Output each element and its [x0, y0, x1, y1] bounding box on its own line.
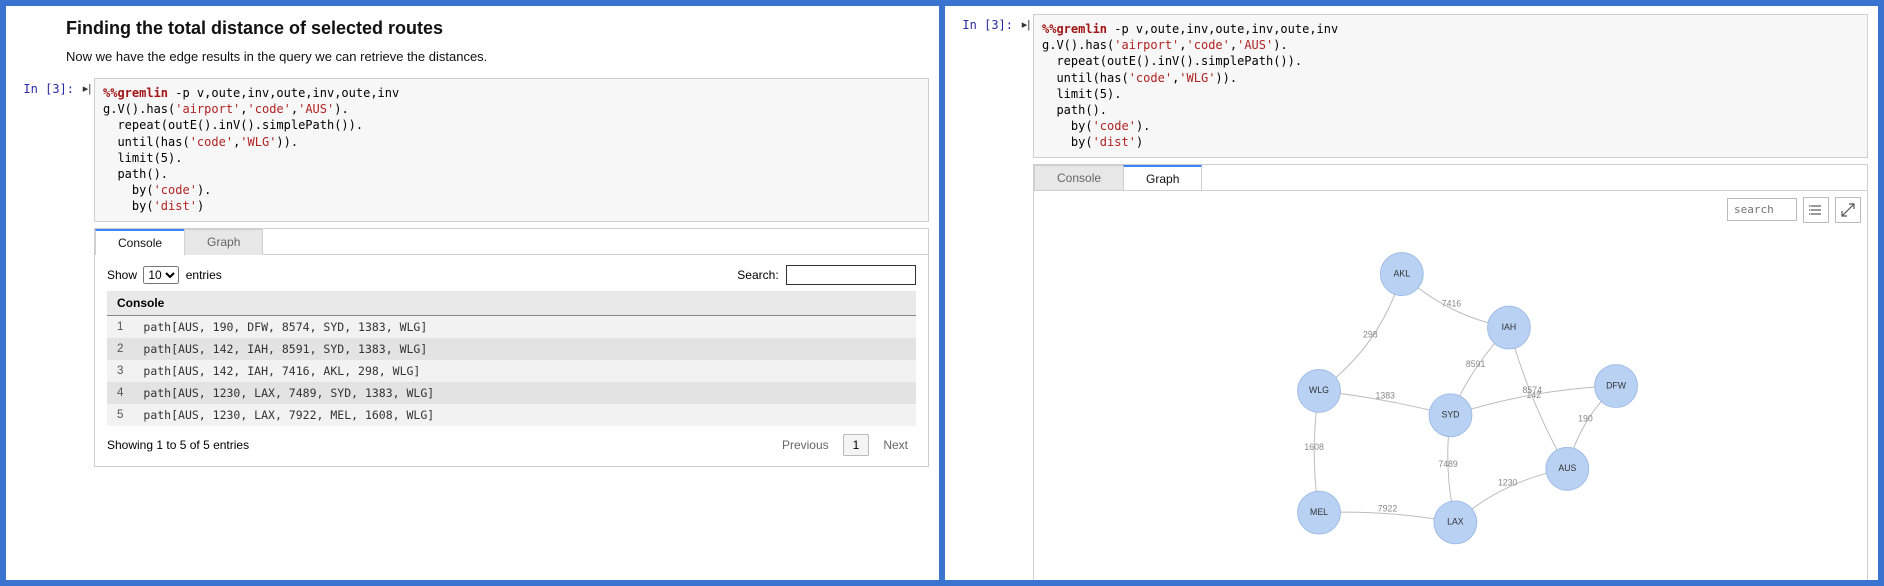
code-cell: In [3]: ▸| %%gremlin -p v,oute,inv,oute,… — [949, 14, 1868, 158]
row-value: path[AUS, 190, DFW, 8574, SYD, 1383, WLG… — [133, 315, 916, 338]
table-row: 3path[AUS, 142, IAH, 7416, AKL, 298, WLG… — [107, 360, 916, 382]
row-index: 2 — [107, 338, 133, 360]
graph-edge-label: 8591 — [1466, 358, 1486, 368]
graph-edge-label: 8574 — [1523, 384, 1543, 394]
output-area: Console Graph — [1033, 164, 1868, 581]
output-tabs: Console Graph — [1034, 165, 1867, 191]
row-index: 1 — [107, 315, 133, 338]
graph-node-label: AKL — [1394, 268, 1411, 278]
graph-tab-content: 298 7416 8591 1428574 190 1383 7489 1230 7922 160… — [1034, 190, 1867, 581]
entries-select[interactable]: 10 — [143, 266, 179, 284]
graph-edge[interactable]: 142 — [1509, 327, 1567, 468]
graph-edge-label: 1608 — [1304, 441, 1324, 451]
graph-node-label: SYD — [1442, 409, 1460, 419]
run-cell-icon[interactable]: ▸| — [80, 78, 94, 222]
code-input[interactable]: %%gremlin -p v,oute,inv,oute,inv,oute,in… — [94, 78, 929, 222]
right-notebook-pane: In [3]: ▸| %%gremlin -p v,oute,inv,oute,… — [945, 6, 1878, 580]
graph-edge-label: 7416 — [1442, 298, 1462, 308]
graph-node[interactable]: MEL — [1298, 491, 1341, 534]
search-label: Search: — [737, 268, 778, 282]
code-cell: In [3]: ▸| %%gremlin -p v,oute,inv,oute,… — [10, 78, 929, 222]
console-tab-content: Show 10 entries Search: Console — [95, 254, 928, 466]
left-notebook-pane: Finding the total distance of selected r… — [6, 6, 945, 580]
row-value: path[AUS, 1230, LAX, 7922, MEL, 1608, WL… — [133, 404, 916, 426]
table-info: Showing 1 to 5 of 5 entries — [107, 438, 249, 452]
graph-node[interactable]: WLG — [1298, 369, 1341, 412]
graph-edge-label: 7489 — [1438, 459, 1458, 469]
graph-node-label: MEL — [1310, 506, 1328, 516]
cell-prompt: In [3]: — [949, 14, 1019, 158]
table-header-console[interactable]: Console — [107, 291, 916, 316]
expand-icon[interactable] — [1835, 197, 1861, 223]
show-label-suffix: entries — [186, 268, 222, 282]
graph-edge-label: 1230 — [1498, 477, 1518, 487]
show-label-prefix: Show — [107, 268, 137, 282]
row-value: path[AUS, 142, IAH, 7416, AKL, 298, WLG] — [133, 360, 916, 382]
page-number[interactable]: 1 — [843, 434, 870, 456]
graph-node[interactable]: LAX — [1434, 500, 1477, 543]
output-area: Console Graph Show 10 entries Search: — [94, 228, 929, 467]
next-button[interactable]: Next — [875, 435, 916, 455]
graph-edge-label: 7922 — [1378, 503, 1398, 513]
graph-edge-label: 1383 — [1375, 390, 1395, 400]
graph-node-label: DFW — [1606, 380, 1627, 390]
row-index: 4 — [107, 382, 133, 404]
graph-node[interactable]: AUS — [1546, 447, 1589, 490]
tab-console[interactable]: Console — [95, 229, 185, 255]
table-row: 2path[AUS, 142, IAH, 8591, SYD, 1383, WL… — [107, 338, 916, 360]
section-subtext: Now we have the edge results in the quer… — [66, 49, 939, 64]
table-row: 5path[AUS, 1230, LAX, 7922, MEL, 1608, W… — [107, 404, 916, 426]
pagination: Previous 1 Next — [774, 434, 916, 456]
row-index: 3 — [107, 360, 133, 382]
search-control: Search: — [737, 265, 916, 285]
graph-node[interactable]: IAH — [1488, 306, 1531, 349]
tab-console[interactable]: Console — [1034, 165, 1124, 191]
tab-graph[interactable]: Graph — [184, 229, 263, 255]
graph-node-label: AUS — [1558, 463, 1576, 473]
graph-node-label: WLG — [1309, 385, 1329, 395]
graph-canvas[interactable]: 298 7416 8591 1428574 190 1383 7489 1230 7922 160… — [1046, 201, 1855, 581]
console-table: Console 1path[AUS, 190, DFW, 8574, SYD, … — [107, 291, 916, 426]
graph-node[interactable]: DFW — [1595, 364, 1638, 407]
cell-prompt: In [3]: — [10, 78, 80, 222]
row-index: 5 — [107, 404, 133, 426]
graph-toolbar — [1727, 197, 1861, 223]
section-heading: Finding the total distance of selected r… — [66, 18, 939, 39]
previous-button[interactable]: Previous — [774, 435, 837, 455]
run-cell-icon[interactable]: ▸| — [1019, 14, 1033, 158]
row-value: path[AUS, 142, IAH, 8591, SYD, 1383, WLG… — [133, 338, 916, 360]
graph-search-input[interactable] — [1727, 198, 1797, 221]
graph-edge-label: 298 — [1363, 329, 1378, 339]
entries-control: Show 10 entries — [107, 266, 222, 284]
table-row: 4path[AUS, 1230, LAX, 7489, SYD, 1383, W… — [107, 382, 916, 404]
table-row: 1path[AUS, 190, DFW, 8574, SYD, 1383, WL… — [107, 315, 916, 338]
graph-node[interactable]: SYD — [1429, 393, 1472, 436]
code-input[interactable]: %%gremlin -p v,oute,inv,oute,inv,oute,in… — [1033, 14, 1868, 158]
graph-edge-label: 190 — [1578, 413, 1593, 423]
output-tabs: Console Graph — [95, 229, 928, 255]
tab-graph[interactable]: Graph — [1123, 165, 1202, 191]
graph-node[interactable]: AKL — [1380, 252, 1423, 295]
search-input[interactable] — [786, 265, 916, 285]
row-value: path[AUS, 1230, LAX, 7489, SYD, 1383, WL… — [133, 382, 916, 404]
graph-node-label: IAH — [1502, 321, 1517, 331]
graph-node-label: LAX — [1447, 516, 1464, 526]
list-icon[interactable] — [1803, 197, 1829, 223]
